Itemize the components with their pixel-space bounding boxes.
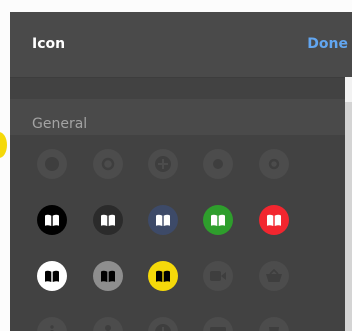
plus-icon [154,323,172,331]
book-icon [266,214,282,227]
plus-icon [154,155,172,173]
book-icon [155,214,171,227]
icon-option[interactable] [37,317,67,331]
book-icon [210,214,226,227]
icon-option[interactable] [148,261,178,291]
video-icon [209,270,227,282]
ring-icon [100,156,116,172]
icon-option[interactable] [148,149,178,179]
icon-option[interactable] [37,205,67,235]
book-icon [44,214,60,227]
icon-option[interactable] [37,261,67,291]
icon-option[interactable] [93,149,123,179]
book-icon [100,270,116,283]
scrollbar[interactable] [345,77,352,331]
scrollbar-thumb[interactable] [345,77,352,102]
sheet-header: Icon Done [10,12,352,78]
book-icon [100,214,116,227]
background-color-swatch [0,132,7,158]
icon-option[interactable] [93,261,123,291]
book-icon [155,270,171,283]
icon-option[interactable] [148,317,178,331]
dot-icon [211,157,225,171]
cup-icon [266,324,282,331]
page-title: Icon [32,36,66,52]
card-icon [209,326,227,331]
book-icon [44,270,60,283]
basket-icon [265,269,283,283]
icon-option[interactable] [93,205,123,235]
dot-icon [44,156,60,172]
info-icon [44,324,60,331]
icon-option[interactable] [203,205,233,235]
icon-option[interactable] [203,261,233,291]
section-header: General [10,99,345,135]
done-button[interactable]: Done [307,36,348,52]
person-icon [100,324,116,331]
icon-option[interactable] [259,205,289,235]
icon-option[interactable] [203,317,233,331]
icon-option[interactable] [259,261,289,291]
section-title: General [32,116,88,132]
icon-option[interactable] [203,149,233,179]
icon-option[interactable] [259,317,289,331]
icon-option[interactable] [93,317,123,331]
ring-icon [267,157,281,171]
icon-picker-sheet: Icon Done General [10,12,352,331]
icon-option[interactable] [148,205,178,235]
icon-option[interactable] [37,149,67,179]
icon-option[interactable] [259,149,289,179]
